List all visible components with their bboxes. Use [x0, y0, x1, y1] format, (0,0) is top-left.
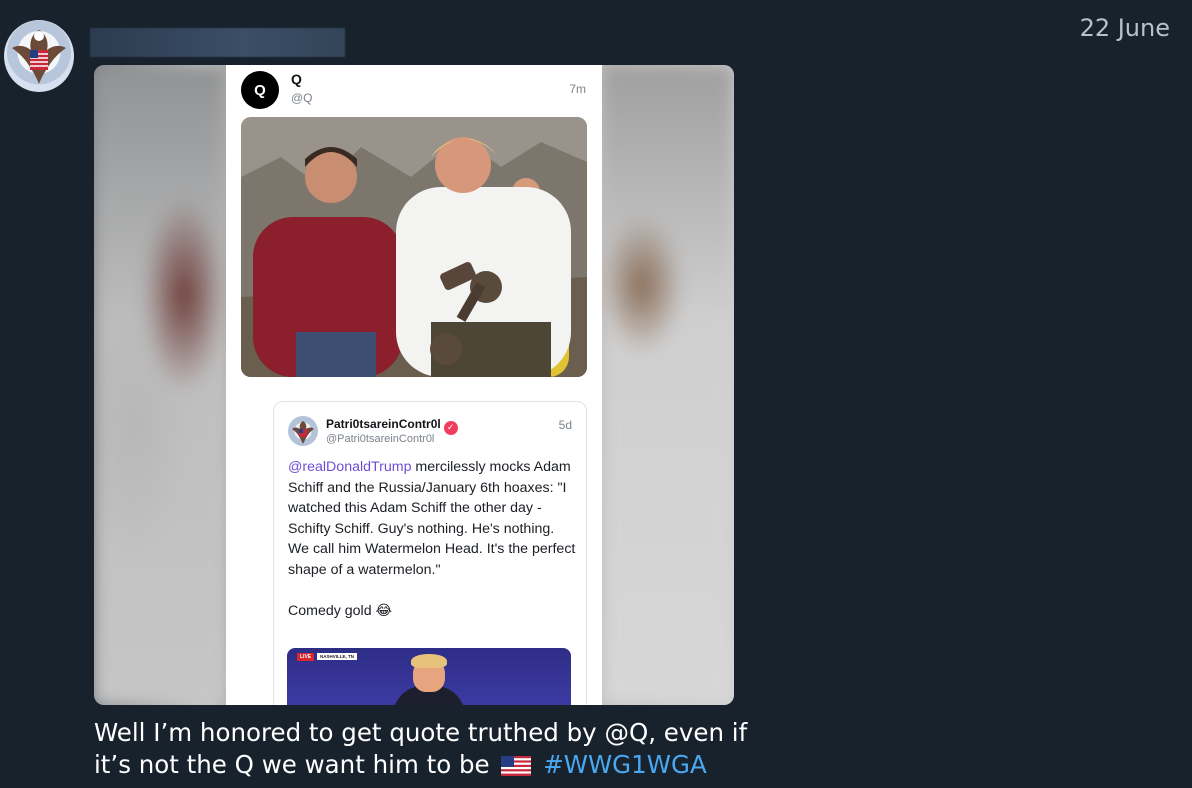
post-photo	[241, 117, 587, 377]
screenshot-media[interactable]: Q Q @Q 7m Patri0tsareinContr0l ✓ @Patri0…	[94, 65, 734, 705]
message-date: 22 June	[1079, 14, 1170, 42]
us-flag-icon	[501, 756, 532, 776]
post-author-handle: @Q	[291, 91, 313, 105]
quoted-text-extra: Comedy gold 😂	[288, 602, 393, 619]
quoted-author-avatar	[288, 416, 318, 446]
truth-post: Q Q @Q 7m Patri0tsareinContr0l ✓ @Patri0…	[226, 65, 602, 705]
mention-link[interactable]: @realDonaldTrump	[288, 459, 411, 475]
quoted-truth-card[interactable]: Patri0tsareinContr0l ✓ @Patri0tsareinCont…	[273, 401, 587, 705]
sender-avatar[interactable]	[4, 20, 74, 92]
quoted-author-name-text: Patri0tsareinContr0l	[326, 417, 441, 431]
post-time: 7m	[569, 82, 586, 96]
sender-name-redacted	[90, 28, 345, 57]
q-avatar: Q	[241, 71, 279, 109]
verified-badge-icon: ✓	[443, 420, 458, 435]
media-blur-right	[602, 65, 734, 705]
eagle-flag-icon	[12, 30, 66, 84]
hashtag-link[interactable]: #WWG1WGA	[543, 750, 707, 779]
location-badge: NASHVILLE, TN	[317, 653, 358, 660]
quoted-time: 5d	[558, 418, 572, 432]
quoted-video[interactable]: LIVE NASHVILLE, TN	[287, 648, 571, 705]
video-speaker-hair	[411, 654, 447, 668]
post-author-name: Q	[291, 71, 302, 87]
quoted-text-body: mercilessly mocks Adam Schiff and the Ru…	[288, 459, 576, 578]
quoted-text: @realDonaldTrump mercilessly mocks Adam …	[288, 457, 576, 621]
quoted-author-name: Patri0tsareinContr0l ✓	[326, 417, 458, 435]
quoted-author-handle: @Patri0tsareinContr0l	[326, 433, 435, 445]
media-blur-left	[94, 65, 226, 705]
message-caption: Well I’m honored to get quote truthed by…	[94, 717, 754, 781]
live-badge: LIVE	[297, 653, 315, 661]
